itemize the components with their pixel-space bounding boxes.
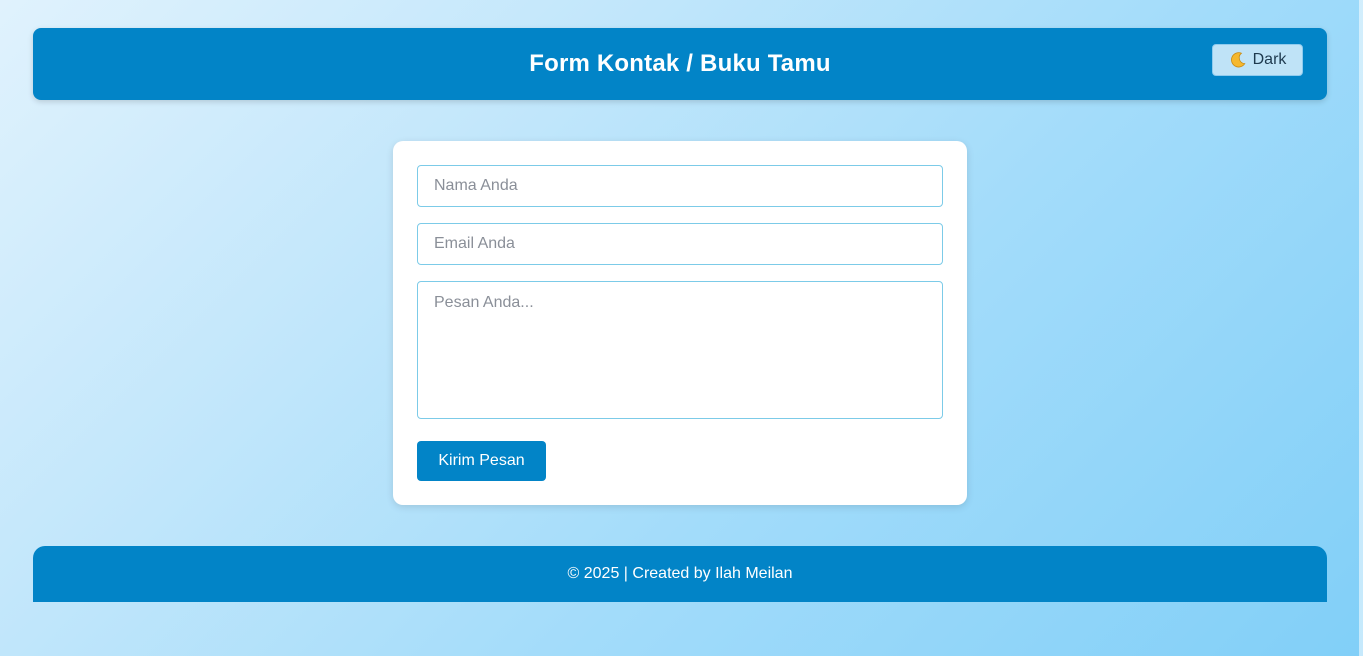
- contact-form: Kirim Pesan: [417, 165, 943, 481]
- page-title: Form Kontak / Buku Tamu: [529, 50, 831, 77]
- footer-copyright: © 2025 | Created by Ilah Meilan: [567, 565, 793, 582]
- email-input[interactable]: [417, 223, 943, 265]
- message-textarea[interactable]: [417, 281, 943, 419]
- window-edge: [1359, 0, 1363, 656]
- name-input[interactable]: [417, 165, 943, 207]
- contact-form-card: Kirim Pesan: [393, 141, 967, 505]
- dark-mode-toggle-button[interactable]: Dark: [1212, 44, 1303, 76]
- site-footer: © 2025 | Created by Ilah Meilan: [33, 546, 1327, 602]
- crescent-moon-icon: [1229, 51, 1247, 69]
- theme-toggle-label: Dark: [1252, 51, 1287, 68]
- site-header: Form Kontak / Buku Tamu Dark: [33, 28, 1327, 100]
- send-message-button[interactable]: Kirim Pesan: [417, 441, 546, 481]
